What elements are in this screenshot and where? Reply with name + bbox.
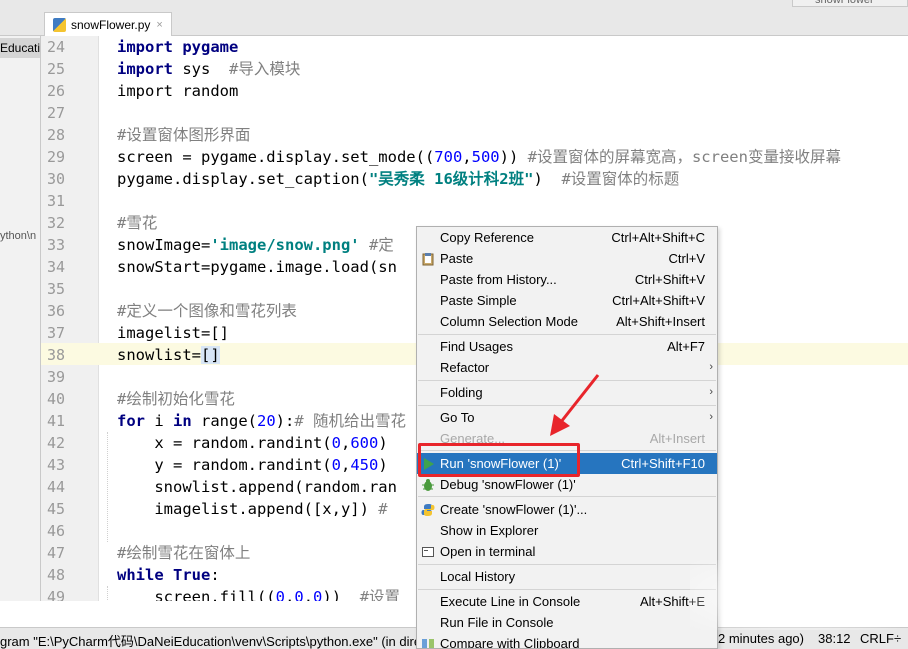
menu-item-paste[interactable]: Paste Ctrl+V — [417, 248, 717, 269]
chevron-right-icon: › — [709, 361, 713, 373]
menu-item-create-snowflower[interactable]: Create 'snowFlower (1)'... — [417, 499, 717, 520]
menu-item-compare-with-clipboard[interactable]: Compare with Clipboard — [417, 633, 717, 648]
line-number: 25 — [46, 60, 65, 78]
compare-icon — [421, 636, 435, 648]
chevron-right-icon: › — [709, 386, 713, 398]
line-number: 47 — [46, 544, 65, 562]
line-number: 24 — [46, 38, 65, 56]
line-number: 40 — [46, 390, 65, 408]
line-number: 41 — [46, 412, 65, 430]
menu-separator — [418, 496, 716, 497]
code-line: 26 import random — [41, 80, 908, 102]
line-number: 45 — [46, 500, 65, 518]
menu-separator — [418, 334, 716, 335]
annotation-highlight-box — [418, 443, 580, 477]
line-separator[interactable]: CRLF÷ — [860, 631, 901, 646]
line-number: 34 — [46, 258, 65, 276]
line-number: 39 — [46, 368, 65, 386]
tab-snowflower-py[interactable]: snowFlower.py × — [44, 12, 172, 36]
line-number: 37 — [46, 324, 65, 342]
line-number: 38 — [46, 346, 65, 364]
chevron-right-icon: › — [709, 411, 713, 423]
tab-label: snowFlower.py — [71, 17, 151, 32]
line-number: 43 — [46, 456, 65, 474]
watermark — [690, 560, 900, 630]
line-number: 33 — [46, 236, 65, 254]
line-number: 29 — [46, 148, 65, 166]
caret-position[interactable]: 38:12 — [818, 631, 851, 646]
line-number: 44 — [46, 478, 65, 496]
menu-item-open-in-terminal[interactable]: Open in terminal — [417, 541, 717, 562]
line-number: 48 — [46, 566, 65, 584]
project-panel: Educatio ython\n — [0, 36, 41, 601]
status-time: 2 minutes ago) — [718, 631, 804, 646]
code-line: 29 screen = pygame.display.set_mode((700,… — [41, 146, 908, 168]
line-number: 49 — [46, 588, 65, 601]
line-number: 26 — [46, 82, 65, 100]
menu-item-local-history[interactable]: Local History — [417, 566, 717, 587]
menu-item-run-file-in-console[interactable]: Run File in Console — [417, 612, 717, 633]
menu-item-debug-snowflower[interactable]: Debug 'snowFlower (1)' — [417, 474, 717, 495]
menu-item-show-in-explorer[interactable]: Show in Explorer — [417, 520, 717, 541]
code-line: 24 import pygame — [41, 36, 908, 58]
run-config-tab[interactable]: snowFlower — [792, 0, 908, 7]
line-number: 27 — [46, 104, 65, 122]
clipboard-icon — [421, 251, 435, 266]
line-number: 35 — [46, 280, 65, 298]
annotation-arrow-icon — [550, 374, 600, 436]
python-file-icon — [53, 17, 66, 32]
terminal-icon — [421, 544, 435, 558]
code-line: 27 — [41, 102, 908, 124]
code-line: 30 pygame.display.set_caption("吴秀柔 16级计科2… — [41, 168, 908, 190]
close-icon[interactable]: × — [156, 19, 162, 31]
line-number: 28 — [46, 126, 65, 144]
python-icon — [421, 502, 435, 516]
menu-item-paste-from-history[interactable]: Paste from History... Ctrl+Shift+V — [417, 269, 717, 290]
menu-item-execute-line-in-console[interactable]: Execute Line in Console Alt+Shift+E — [417, 591, 717, 612]
menu-separator — [418, 589, 716, 590]
code-line: 31 — [41, 190, 908, 212]
project-item-label[interactable]: ython\n — [0, 230, 36, 242]
project-item-label[interactable]: Educatio — [0, 41, 40, 55]
menu-item-find-usages[interactable]: Find Usages Alt+F7 — [417, 336, 717, 357]
line-number: 36 — [46, 302, 65, 320]
editor-tab-bar: snowFlower.py × snowFlower — [0, 0, 908, 36]
menu-item-paste-simple[interactable]: Paste Simple Ctrl+Alt+Shift+V — [417, 290, 717, 311]
menu-item-column-selection-mode[interactable]: Column Selection Mode Alt+Shift+Insert — [417, 311, 717, 332]
debug-icon — [421, 477, 435, 491]
line-number: 31 — [46, 192, 65, 210]
menu-item-copy-reference[interactable]: Copy Reference Ctrl+Alt+Shift+C — [417, 227, 717, 248]
line-number: 30 — [46, 170, 65, 188]
code-line: 28 #设置窗体图形界面 — [41, 124, 908, 146]
menu-separator — [418, 564, 716, 565]
status-message[interactable]: gram "E:\PyCharm代码\DaNeiEducation\venv\S… — [0, 631, 421, 649]
line-number: 42 — [46, 434, 65, 452]
code-line: 25 import sys #导入模块 — [41, 58, 908, 80]
line-number: 46 — [46, 522, 65, 540]
line-number: 32 — [46, 214, 65, 232]
